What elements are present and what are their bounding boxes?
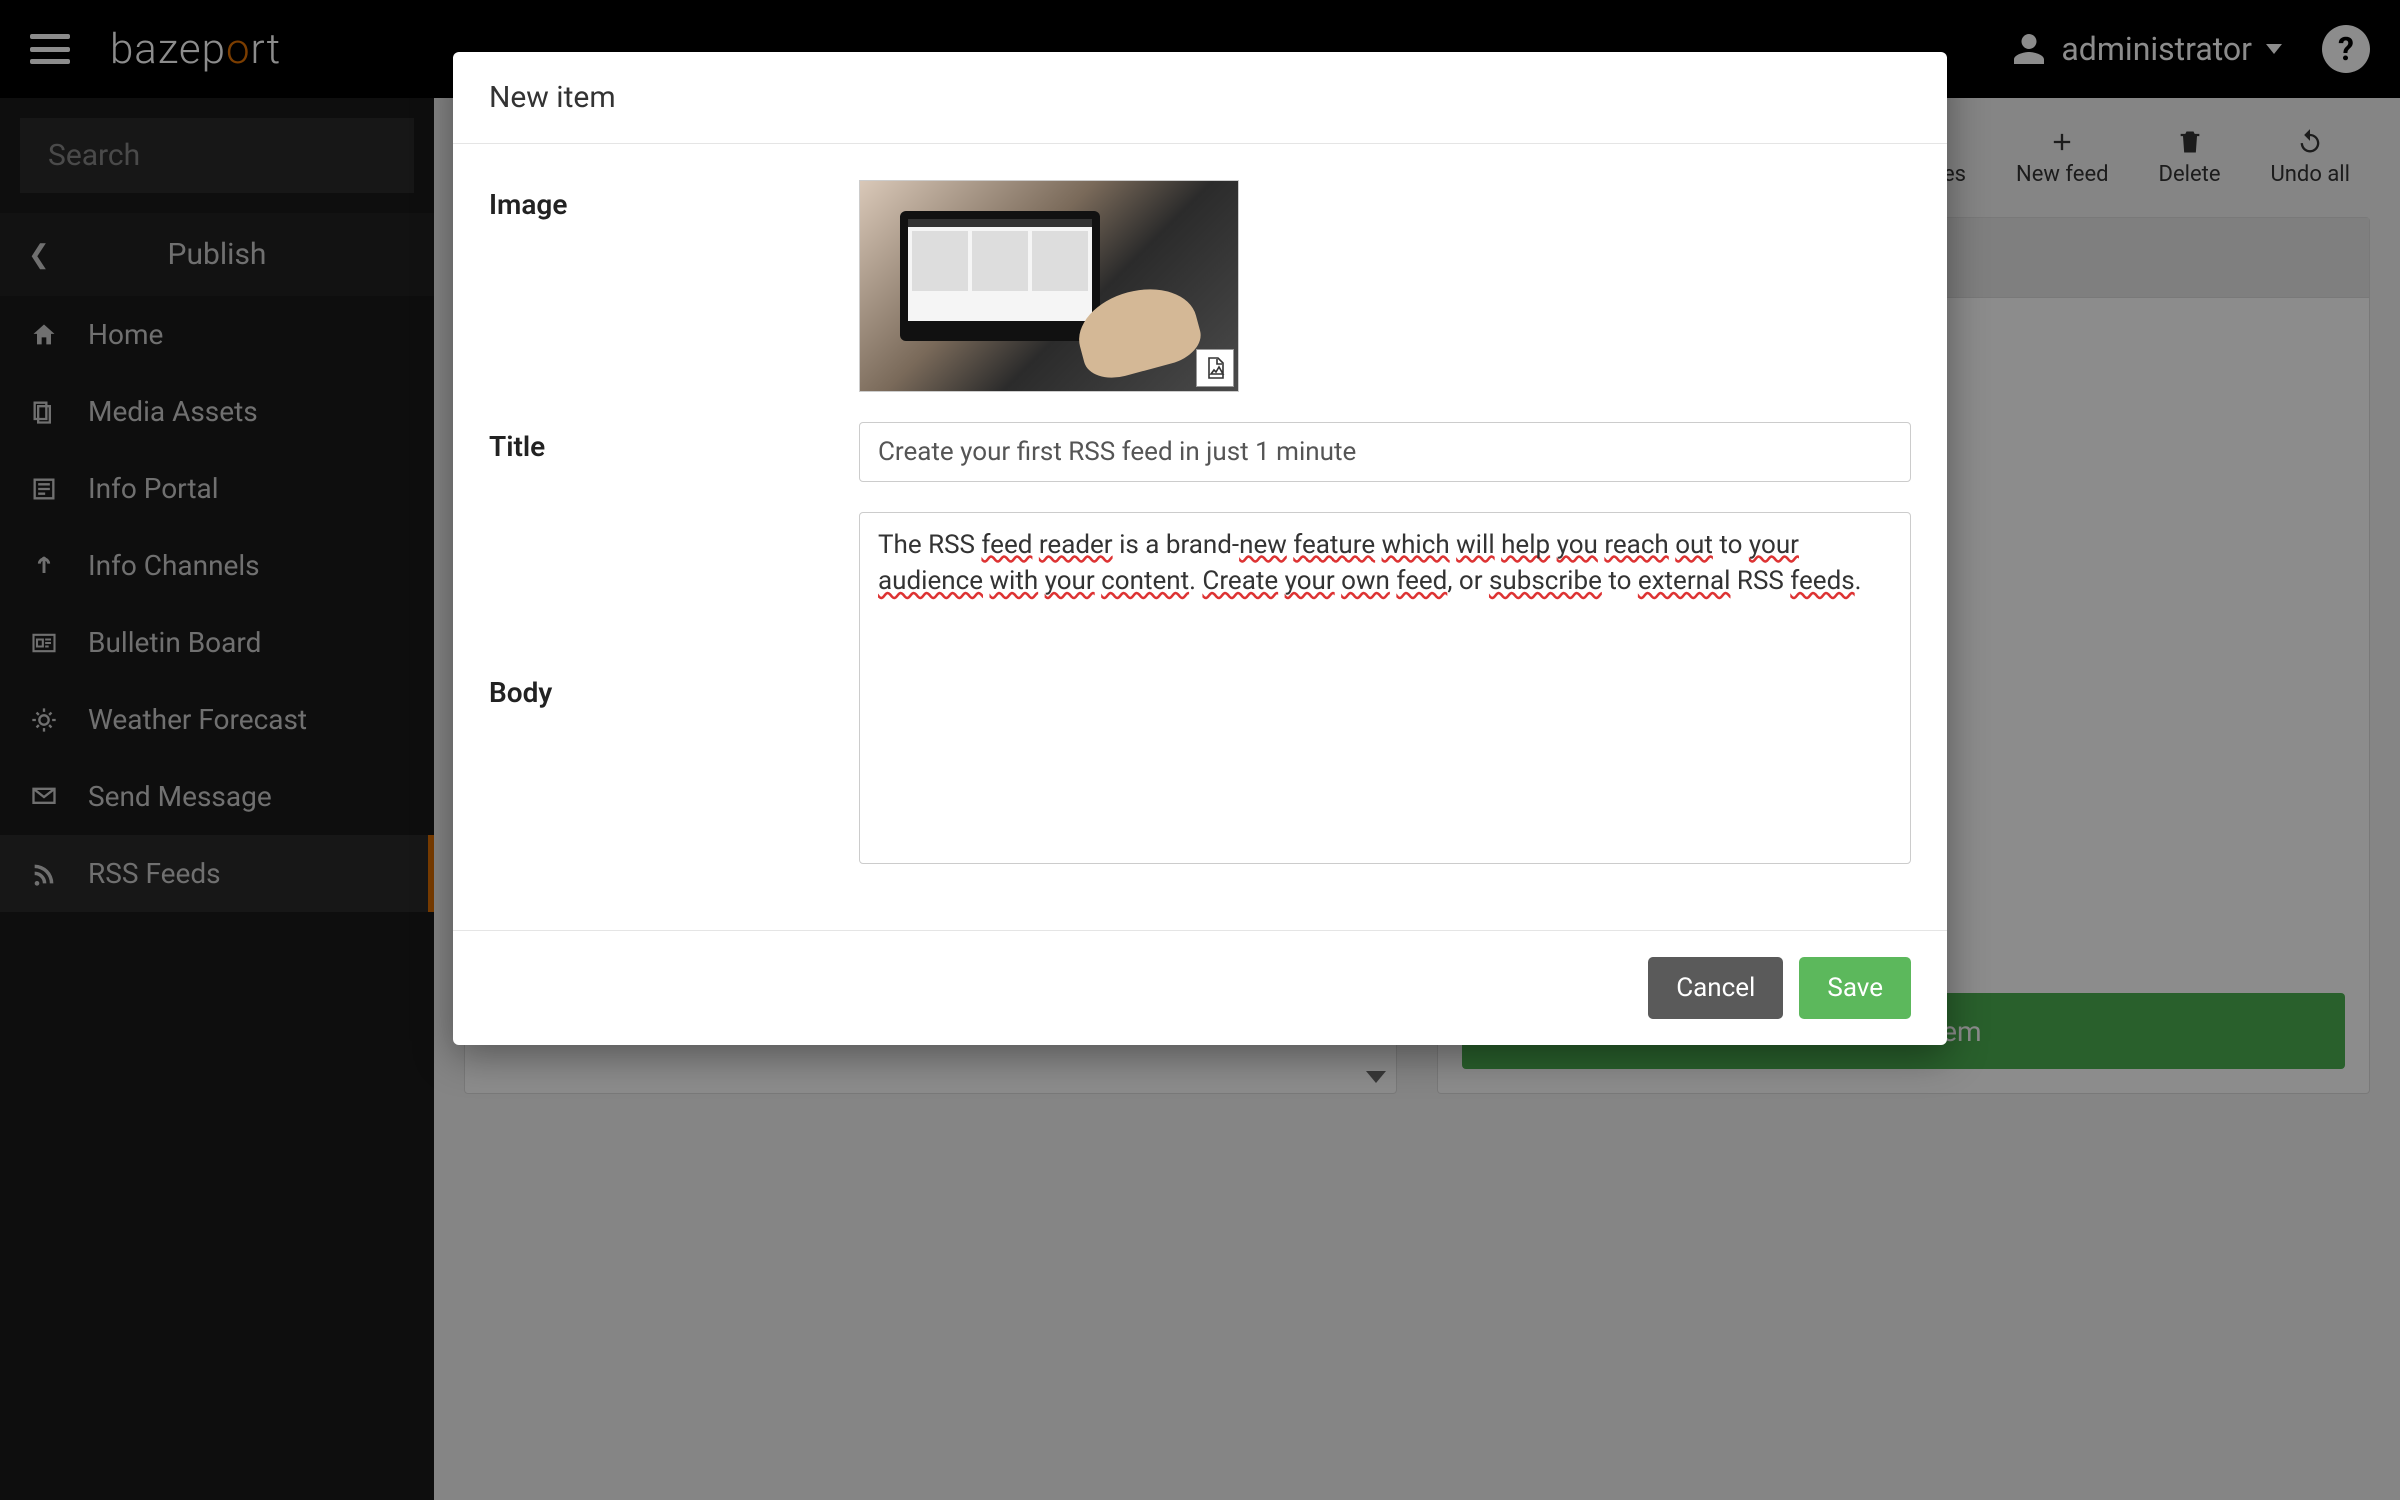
title-label: Title bbox=[489, 422, 859, 482]
image-label: Image bbox=[489, 180, 859, 392]
new-item-modal: New item Image bbox=[453, 52, 1947, 1045]
modal-title: New item bbox=[453, 52, 1947, 144]
save-button[interactable]: Save bbox=[1799, 957, 1911, 1019]
body-label: Body bbox=[489, 668, 859, 709]
upload-image-button[interactable] bbox=[1196, 349, 1234, 387]
cancel-button[interactable]: Cancel bbox=[1648, 957, 1783, 1019]
title-input[interactable] bbox=[859, 422, 1911, 482]
image-file-icon bbox=[1203, 356, 1227, 380]
body-textarea[interactable]: The RSS feed reader is a brand-new featu… bbox=[859, 512, 1911, 864]
image-preview[interactable] bbox=[859, 180, 1239, 392]
